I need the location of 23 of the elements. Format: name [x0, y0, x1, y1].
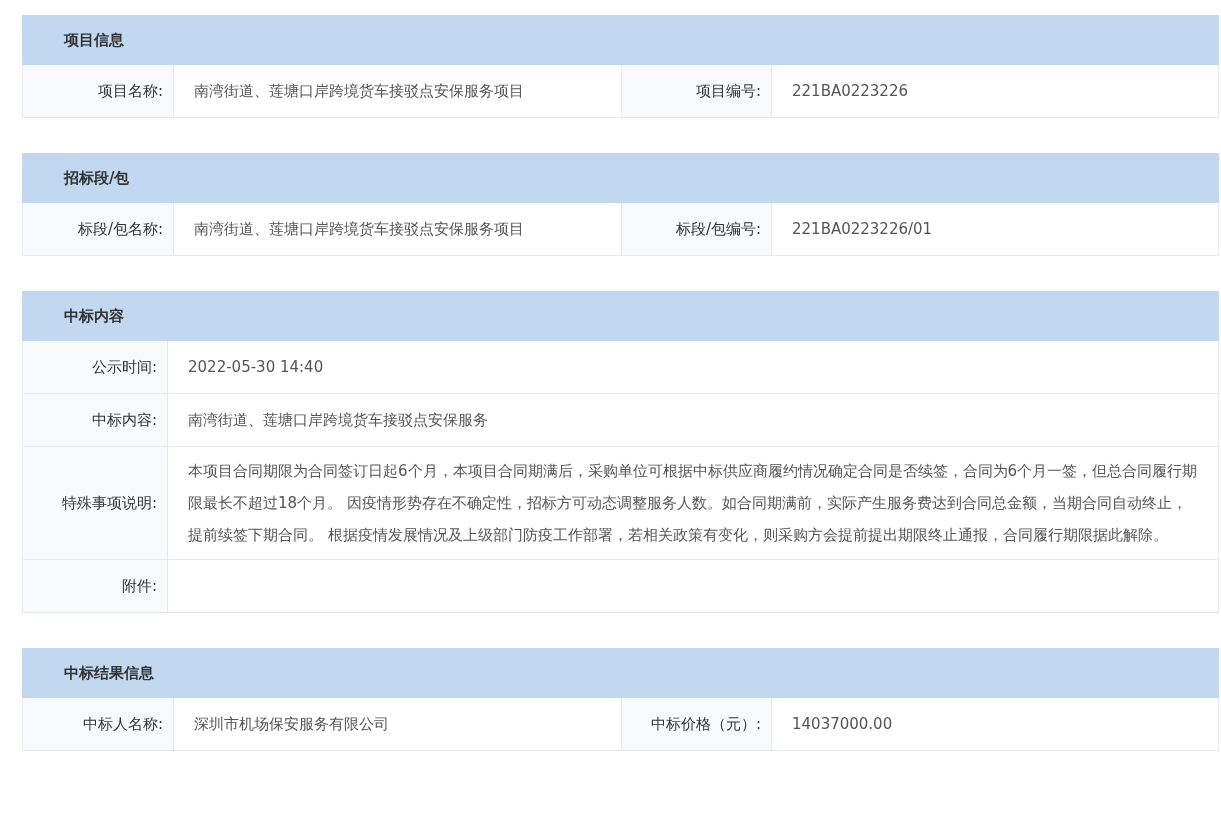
field-label: 公示时间: [23, 341, 168, 393]
field-value: 南湾街道、莲塘口岸跨境货车接驳点安保服务项目 [193, 219, 525, 240]
field-value: 14037000.00 [791, 714, 894, 735]
section-title: 项目信息 [64, 30, 124, 50]
field-value: 本项目合同期限为合同签订日起6个月，本项目合同期满后，采购单位可根据中标供应商履约情况确定合同是否续签，合同为6个月一签，但总合同履行期限最长不超过18个月。 因疫情形势存在不确定性，招标方可动态调整服务人数。如合同期满前，实际产生服务费达到合同总金额，当期合同自动终止，提前续签下期合同。 根据疫情发展情况及上级部门防疫工作部署，若相关政策有变化，则采购方会提前提出期限终止通报，合同履行期限据此解除。 [187, 461, 1199, 546]
field-value: 南湾街道、莲塘口岸跨境货车接驳点安保服务项目 [193, 81, 525, 102]
field-label: 中标内容: [23, 394, 168, 446]
field-label: 特殊事项说明: [23, 447, 168, 559]
field-label: 项目名称: [23, 65, 174, 117]
section-title: 中标内容 [64, 306, 124, 326]
field-value: 南湾街道、莲塘口岸跨境货车接驳点安保服务 [187, 410, 489, 431]
field-label: 附件: [23, 560, 168, 612]
field-value: 2022-05-30 14:40 [187, 357, 325, 378]
field-label: 标段/包编号: [621, 203, 772, 255]
field-value: 深圳市机场保安服务有限公司 [193, 714, 390, 735]
field-label: 中标价格（元）: [621, 698, 772, 750]
field-label: 标段/包名称: [23, 203, 174, 255]
field-label: 项目编号: [621, 65, 772, 117]
section-title: 中标结果信息 [64, 663, 154, 683]
field-value: 221BA0223226 [791, 81, 909, 102]
field-label: 中标人名称: [23, 698, 174, 750]
field-value: 221BA0223226/01 [791, 219, 934, 240]
section-title: 招标段/包 [64, 168, 130, 188]
